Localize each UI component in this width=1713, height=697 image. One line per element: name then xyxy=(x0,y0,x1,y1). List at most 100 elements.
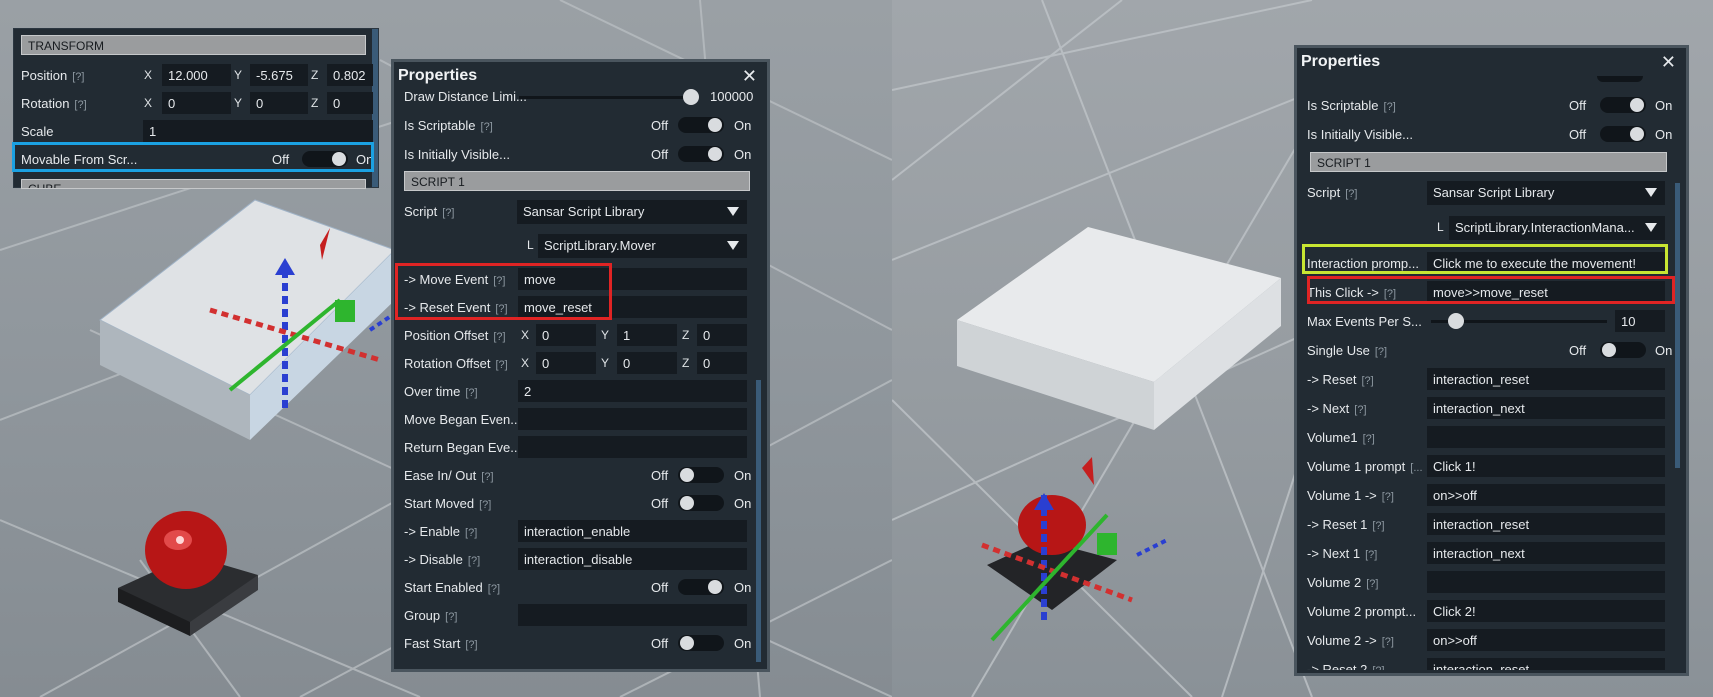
mover-close-icon[interactable]: ✕ xyxy=(742,66,757,87)
start-moved-toggle[interactable] xyxy=(678,495,724,511)
single-use-row: Single Use [?] Off On xyxy=(1307,339,1676,361)
enable-help-icon[interactable]: [?] xyxy=(465,527,477,539)
disable-help-icon[interactable]: [?] xyxy=(468,555,480,567)
ease-in-out-toggle[interactable] xyxy=(678,467,724,483)
volume2-arrow-field[interactable]: on>>off xyxy=(1427,629,1665,651)
this-click-help-icon[interactable]: [?] xyxy=(1384,288,1396,300)
group-field[interactable] xyxy=(518,604,747,626)
position-offset-help-icon[interactable]: [?] xyxy=(493,331,505,343)
start-moved-help-icon[interactable]: [?] xyxy=(479,499,491,511)
move-event-row: -> Move Event [?] move xyxy=(404,268,757,290)
script-library-dropdown[interactable]: Sansar Script Library xyxy=(517,200,747,224)
reset-event-help-icon[interactable]: [?] xyxy=(495,303,507,315)
next1-field[interactable]: interaction_next xyxy=(1427,542,1665,564)
rotation-z-field[interactable]: 0 xyxy=(327,92,373,114)
fast-start-toggle[interactable] xyxy=(678,635,724,651)
group-help-icon[interactable]: [?] xyxy=(445,611,457,623)
toggle-knob xyxy=(680,468,694,482)
interaction-close-icon[interactable]: ✕ xyxy=(1661,52,1676,73)
rotation-offset-help-icon[interactable]: [?] xyxy=(495,359,507,371)
is-scriptable-toggle[interactable] xyxy=(678,117,724,133)
fast-start-help-icon[interactable]: [?] xyxy=(465,639,477,651)
is-initially-visible-toggle[interactable] xyxy=(1600,126,1646,142)
reset1-field[interactable]: interaction_reset xyxy=(1427,513,1665,535)
reset-help-icon[interactable]: [?] xyxy=(1362,375,1374,387)
move-began-field[interactable] xyxy=(518,408,747,430)
move-began-row: Move Began Even... xyxy=(404,408,757,430)
script-class-dropdown[interactable]: ScriptLibrary.Mover xyxy=(538,234,747,258)
this-click-field[interactable]: move>>move_reset xyxy=(1427,281,1665,303)
reset2-help-icon[interactable]: [?] xyxy=(1372,665,1384,670)
reset1-help-icon[interactable]: [?] xyxy=(1372,520,1384,532)
reset2-field[interactable]: interaction_reset xyxy=(1427,658,1665,670)
over-time-help-icon[interactable]: [?] xyxy=(465,387,477,399)
volume2-prompt-row: Volume 2 prompt... Click 2! xyxy=(1307,600,1676,622)
return-began-field[interactable] xyxy=(518,436,747,458)
position-x-field[interactable]: 12.000 xyxy=(162,64,231,86)
over-time-field[interactable]: 2 xyxy=(518,380,747,402)
position-offset-x-field[interactable]: 0 xyxy=(536,324,596,346)
position-help-icon[interactable]: [?] xyxy=(72,71,84,83)
is-scriptable-toggle[interactable] xyxy=(1600,97,1646,113)
position-offset-z-field[interactable]: 0 xyxy=(697,324,747,346)
is-scriptable-help-icon[interactable]: [?] xyxy=(1384,101,1396,113)
max-events-slider-knob[interactable] xyxy=(1447,313,1464,329)
volume1-prompt-field[interactable]: Click 1! xyxy=(1427,455,1665,477)
next-field[interactable]: interaction_next xyxy=(1427,397,1665,419)
move-event-help-icon[interactable]: [?] xyxy=(493,275,505,287)
disable-field[interactable]: interaction_disable xyxy=(518,548,747,570)
scale-field[interactable]: 1 xyxy=(143,120,373,142)
enable-field[interactable]: interaction_enable xyxy=(518,520,747,542)
movable-from-script-toggle[interactable] xyxy=(302,151,348,167)
single-use-toggle[interactable] xyxy=(1600,342,1646,358)
toggle-knob xyxy=(1630,127,1644,141)
rotation-offset-x-field[interactable]: 0 xyxy=(536,352,596,374)
is-scriptable-label: Is Scriptable [?] xyxy=(404,118,493,133)
is-scriptable-help-icon[interactable]: [?] xyxy=(481,121,493,133)
position-offset-y-field[interactable]: 1 xyxy=(617,324,677,346)
reset-event-field[interactable]: move_reset xyxy=(518,296,747,318)
interaction-prompt-field[interactable]: Click me to execute the movement! xyxy=(1427,252,1665,274)
draw-distance-slider[interactable] xyxy=(519,96,694,99)
rotation-y-field[interactable]: 0 xyxy=(250,92,308,114)
rotation-offset-y-field[interactable]: 0 xyxy=(617,352,677,374)
pos-offset-z-label: Z xyxy=(682,328,690,342)
volume1-arrow-help-icon[interactable]: [?] xyxy=(1382,491,1394,503)
is-initially-visible-toggle[interactable] xyxy=(678,146,724,162)
reset-event-label: -> Reset Event [?] xyxy=(404,300,508,315)
start-enabled-help-icon[interactable]: [?] xyxy=(488,583,500,595)
volume1-field[interactable] xyxy=(1427,426,1665,448)
volume2-prompt-field[interactable]: Click 2! xyxy=(1427,600,1665,622)
script-library-dropdown[interactable]: Sansar Script Library xyxy=(1427,181,1665,205)
next1-label: -> Next 1 [?] xyxy=(1307,546,1378,561)
rotation-offset-z-field[interactable]: 0 xyxy=(697,352,747,374)
next-label: -> Next [?] xyxy=(1307,401,1367,416)
reset-field[interactable]: interaction_reset xyxy=(1427,368,1665,390)
script-help-icon[interactable]: [?] xyxy=(1345,188,1357,200)
start-enabled-toggle[interactable] xyxy=(678,579,724,595)
group-label: Group [?] xyxy=(404,608,458,623)
reset-label: -> Reset [?] xyxy=(1307,372,1374,387)
rotation-help-icon[interactable]: [?] xyxy=(74,99,86,111)
max-events-field[interactable]: 10 xyxy=(1615,310,1665,332)
volume1-arrow-field[interactable]: on>>off xyxy=(1427,484,1665,506)
single-use-help-icon[interactable]: [?] xyxy=(1375,346,1387,358)
move-event-field[interactable]: move xyxy=(518,268,747,290)
draw-distance-slider-knob[interactable] xyxy=(682,89,699,105)
ease-help-icon[interactable]: [?] xyxy=(481,471,493,483)
volume1-help-icon[interactable]: [?] xyxy=(1363,433,1375,445)
next-help-icon[interactable]: [?] xyxy=(1354,404,1366,416)
position-z-field[interactable]: 0.802 xyxy=(327,64,373,86)
volume2-field[interactable] xyxy=(1427,571,1665,593)
volume2-arrow-help-icon[interactable]: [?] xyxy=(1382,636,1394,648)
rotation-x-field[interactable]: 0 xyxy=(162,92,231,114)
hidden-toggle-partial[interactable] xyxy=(1597,76,1643,82)
chevron-down-icon xyxy=(727,241,739,250)
volume1-prompt-help-icon[interactable]: [... xyxy=(1410,462,1422,474)
chevron-down-icon xyxy=(727,207,739,216)
next1-help-icon[interactable]: [?] xyxy=(1365,549,1377,561)
volume2-help-icon[interactable]: [?] xyxy=(1366,578,1378,590)
script-class-dropdown[interactable]: ScriptLibrary.InteractionMana... xyxy=(1449,216,1665,240)
script-help-icon[interactable]: [?] xyxy=(442,207,454,219)
position-y-field[interactable]: -5.675 xyxy=(250,64,308,86)
